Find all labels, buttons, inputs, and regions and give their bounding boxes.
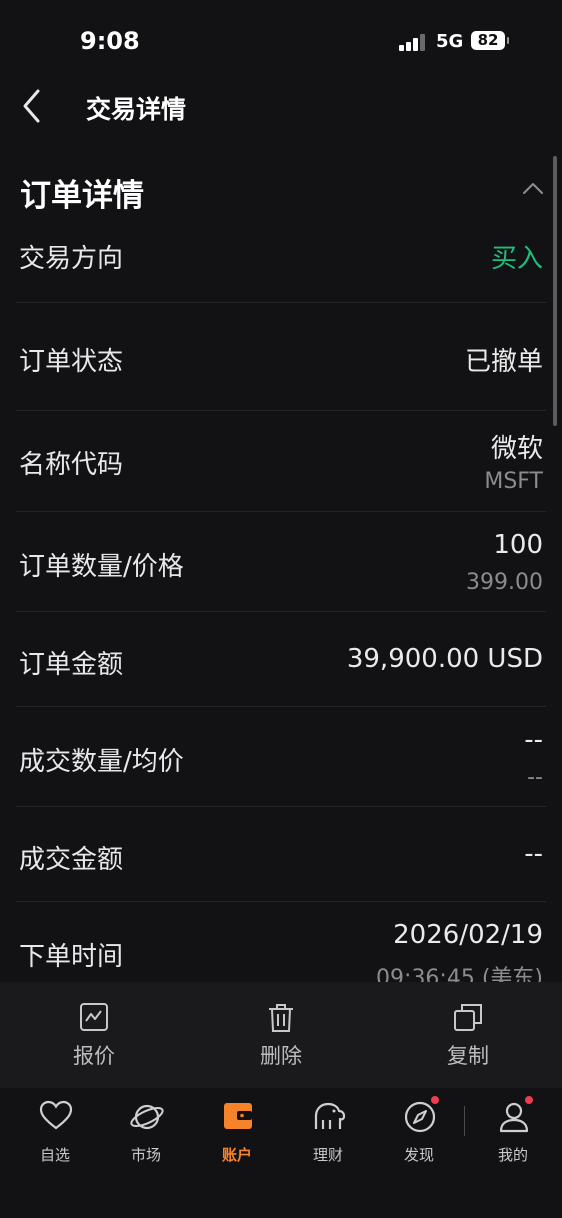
row-name-code: 名称代码 微软 MSFT — [16, 411, 546, 512]
notification-dot — [525, 1096, 533, 1104]
copy-button[interactable]: 复制 — [374, 982, 562, 1088]
wallet-icon — [224, 1103, 252, 1129]
row-order-time: 下单时间 2026/02/19 09:36:45 (美东) — [16, 902, 546, 982]
row-value: 100 — [493, 530, 543, 560]
row-value: -- — [524, 725, 543, 755]
row-order-amount: 订单金额 39,900.00 USD — [16, 612, 546, 707]
tab-wealth[interactable]: 理财 — [288, 1098, 368, 1164]
row-label: 下单时间 — [19, 942, 124, 972]
row-filled-amount: 成交金额 -- — [16, 807, 546, 902]
row-label: 名称代码 — [19, 450, 124, 480]
network-label: 5G — [436, 31, 464, 52]
row-label: 订单数量/价格 — [19, 552, 184, 582]
page-title: 交易详情 — [86, 95, 187, 124]
tab-label: 账户 — [221, 1146, 252, 1164]
row-filled-qty-avg: 成交数量/均价 -- -- — [16, 707, 546, 807]
heart-icon — [39, 1100, 73, 1130]
row-label: 订单状态 — [19, 347, 124, 377]
action-bar: 报价 删除 复制 — [0, 982, 562, 1089]
row-value: 微软 — [490, 434, 543, 464]
tab-profile[interactable]: 我的 — [473, 1096, 553, 1164]
tab-account[interactable]: 账户 — [197, 1098, 277, 1164]
status-time: 9:08 — [80, 27, 140, 55]
row-value: 39,900.00 USD — [346, 644, 543, 674]
planet-icon — [130, 1104, 164, 1130]
quote-button[interactable]: 报价 — [0, 982, 188, 1088]
tab-label: 自选 — [39, 1146, 70, 1164]
copy-label: 复制 — [447, 1044, 489, 1068]
tab-bar: 自选 市场 账户 理财 发现 我的 — [0, 1088, 562, 1218]
row-label: 交易方向 — [19, 244, 124, 274]
delete-button[interactable]: 删除 — [187, 982, 375, 1088]
delete-label: 删除 — [260, 1044, 302, 1068]
row-subvalue: -- — [527, 765, 543, 790]
row-order-qty-price: 订单数量/价格 100 399.00 — [16, 512, 546, 612]
row-label: 成交金额 — [19, 845, 124, 875]
tab-separator — [464, 1106, 465, 1136]
tab-label: 我的 — [497, 1146, 528, 1164]
tab-discover[interactable]: 发现 — [379, 1096, 459, 1164]
nav-bar: 交易详情 — [0, 78, 562, 134]
quote-label: 报价 — [73, 1044, 115, 1068]
tab-label: 市场 — [130, 1146, 161, 1164]
notification-dot — [431, 1096, 439, 1104]
section-title: 订单详情 — [20, 178, 144, 214]
order-detail-list: 交易方向 买入 订单状态 已撤单 名称代码 微软 MSFT 订单数量/价格 10… — [0, 238, 562, 982]
row-trade-direction: 交易方向 买入 — [16, 238, 546, 303]
row-value: 2026/02/19 — [393, 920, 543, 950]
row-value: -- — [524, 839, 543, 869]
row-label: 成交数量/均价 — [19, 747, 184, 777]
user-icon — [499, 1102, 529, 1133]
back-arrow-icon — [23, 89, 40, 123]
copy-icon — [454, 1004, 482, 1031]
battery-icon: 82 — [471, 31, 509, 50]
row-label: 订单金额 — [19, 650, 124, 680]
signal-icon — [399, 33, 427, 51]
tab-market[interactable]: 市场 — [106, 1098, 186, 1164]
back-button[interactable] — [16, 86, 56, 126]
row-order-status: 订单状态 已撤单 — [16, 303, 546, 411]
quote-chart-icon — [80, 1003, 108, 1031]
row-value: 已撤单 — [464, 347, 543, 377]
collapse-button[interactable] — [520, 178, 546, 198]
elephant-icon — [314, 1102, 346, 1129]
trash-icon — [269, 1004, 293, 1032]
compass-icon — [404, 1101, 436, 1133]
row-subvalue: MSFT — [484, 469, 543, 494]
tab-label: 发现 — [403, 1146, 434, 1164]
row-subvalue: 399.00 — [466, 570, 543, 595]
row-subvalue: 09:36:45 (美东) — [376, 966, 543, 982]
tab-label: 理财 — [312, 1146, 343, 1164]
chevron-up-icon — [523, 183, 543, 194]
tab-watchlist[interactable]: 自选 — [15, 1098, 95, 1164]
status-bar: 9:08 5G 82 — [0, 0, 562, 80]
row-value: 买入 — [490, 244, 543, 274]
